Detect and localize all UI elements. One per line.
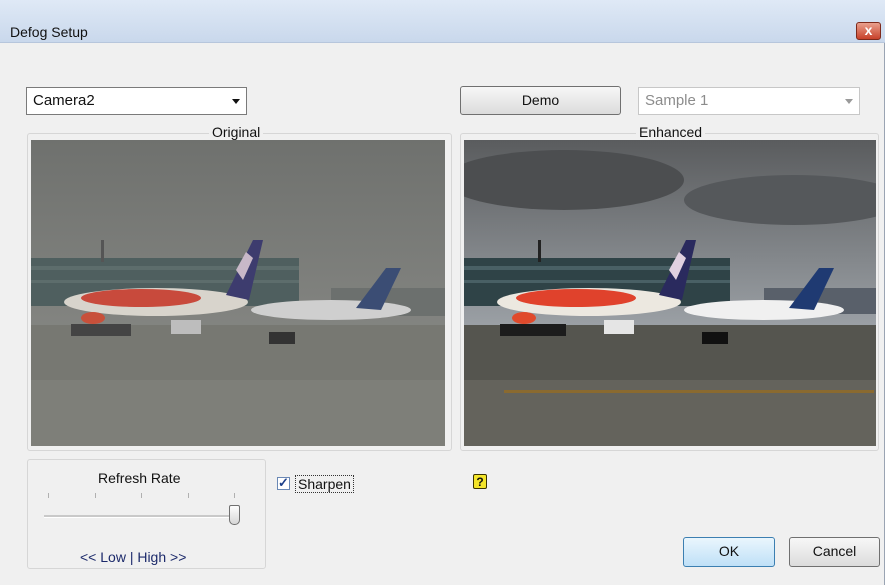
checkmark-icon: ✓ <box>278 475 289 490</box>
slider-tick <box>48 493 49 498</box>
defog-setup-dialog: Defog Setup x Camera2 Demo Sample 1 Orig… <box>0 0 885 585</box>
enhanced-label: Enhanced <box>636 124 706 140</box>
slider-tick <box>141 493 142 498</box>
slider-tick <box>95 493 96 498</box>
close-icon: x <box>864 22 873 38</box>
close-button[interactable]: x <box>856 22 881 40</box>
camera-select-value: Camera2 <box>33 92 95 109</box>
refresh-rate-label: Refresh Rate <box>98 470 181 486</box>
cancel-button[interactable]: Cancel <box>789 537 880 567</box>
original-label: Original <box>209 124 264 140</box>
sample-select[interactable]: Sample 1 <box>638 87 860 115</box>
low-high-label: << Low | High >> <box>80 549 187 565</box>
sample-select-value: Sample 1 <box>645 92 709 109</box>
original-image <box>31 140 445 446</box>
sharpen-label[interactable]: Sharpen <box>295 475 354 493</box>
demo-button[interactable]: Demo <box>460 86 621 115</box>
help-glyph: ? <box>476 475 484 489</box>
help-icon[interactable]: ? <box>473 474 487 489</box>
sharpen-checkbox[interactable]: ✓ <box>277 475 290 490</box>
slider-tick <box>188 493 189 498</box>
cancel-button-label: Cancel <box>812 543 857 559</box>
enhanced-image <box>464 140 876 446</box>
slider-tick <box>234 493 235 498</box>
slider-thumb[interactable] <box>229 505 240 525</box>
dropdown-arrow-icon <box>845 99 853 104</box>
window-title: Defog Setup <box>10 24 88 40</box>
ok-button-label: OK <box>718 543 740 559</box>
refresh-rate-slider[interactable] <box>44 515 236 518</box>
dropdown-arrow-icon <box>232 99 240 104</box>
camera-select[interactable]: Camera2 <box>26 87 247 115</box>
title-bar[interactable]: Defog Setup x <box>0 0 885 43</box>
ok-button[interactable]: OK <box>683 537 775 567</box>
demo-button-label: Demo <box>521 92 560 108</box>
